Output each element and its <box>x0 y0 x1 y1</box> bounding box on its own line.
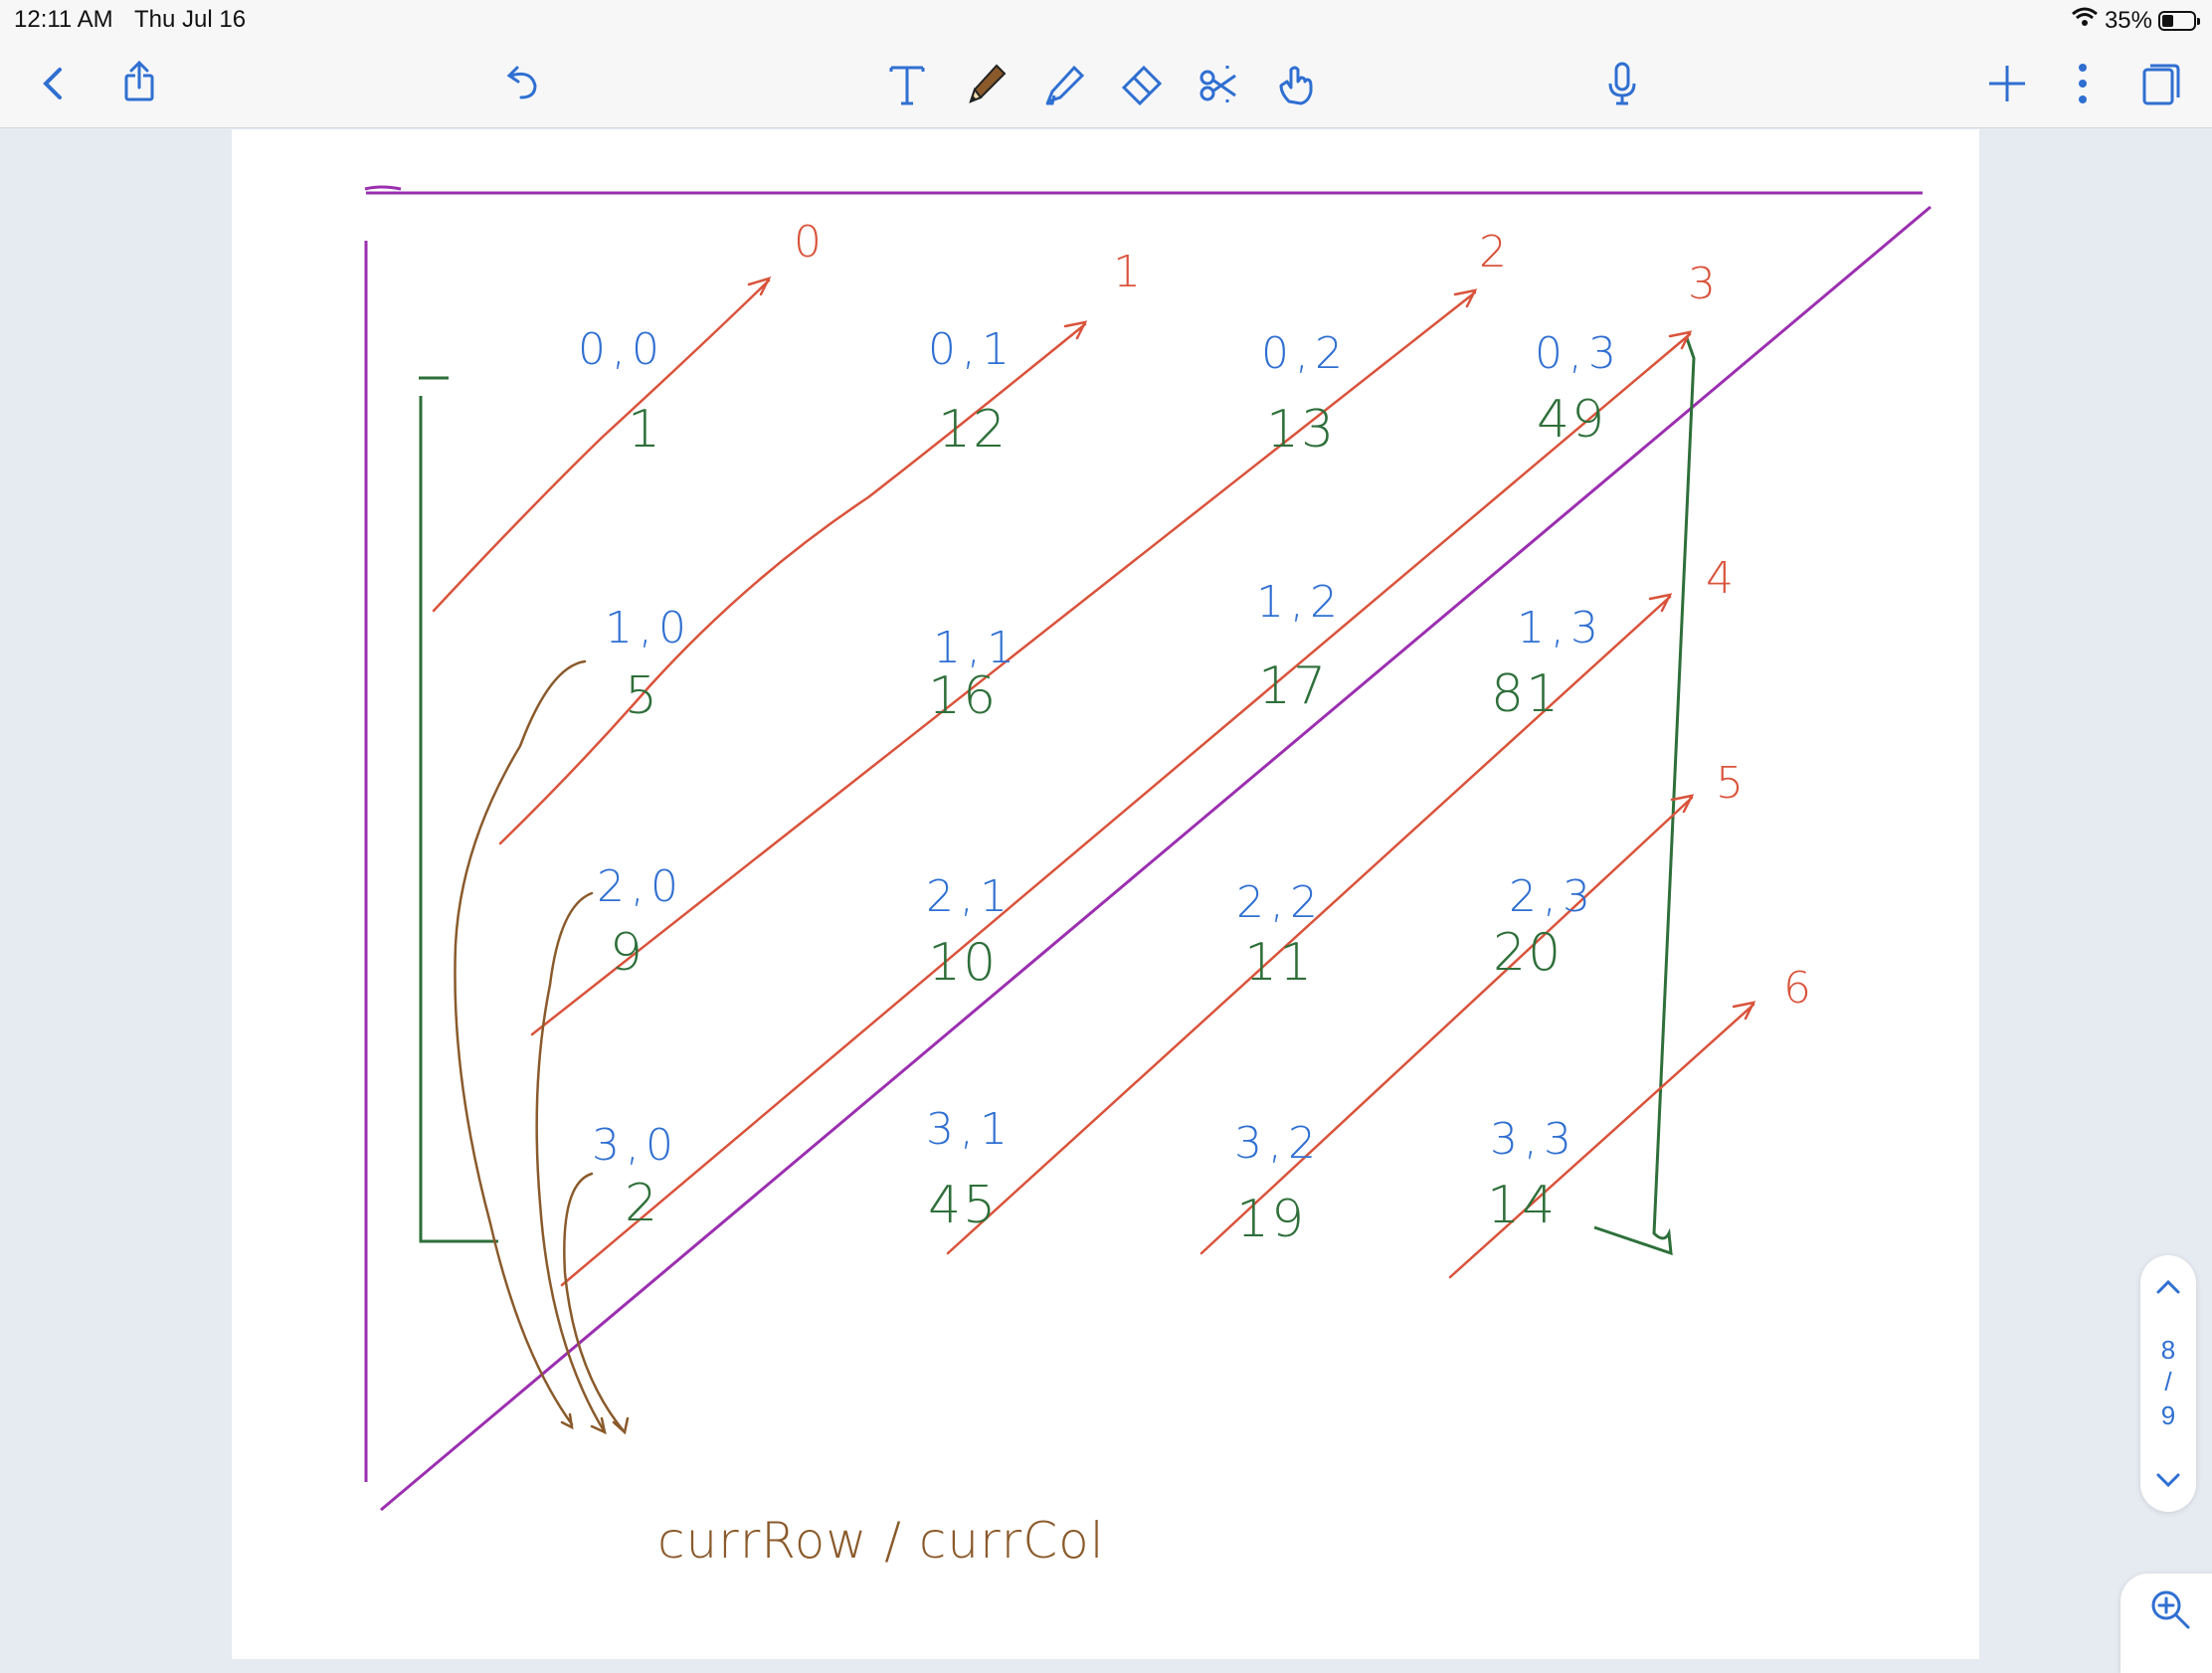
cell-2-1-coord: 2,1 <box>926 871 1014 922</box>
cell-2-0-coord: 2,0 <box>597 861 684 912</box>
cell-1-2-value: 17 <box>1258 656 1329 716</box>
eraser-icon[interactable] <box>1112 54 1172 113</box>
diagonal-label-6: 6 <box>1783 963 1811 1014</box>
cell-1-1-value: 16 <box>928 666 999 726</box>
add-icon[interactable] <box>1977 54 2037 113</box>
diagonal-label-3: 3 <box>1688 259 1716 309</box>
pages-icon[interactable] <box>2130 54 2190 113</box>
notebook-page[interactable]: 0,0 0,1 0,2 0,3 1,0 1,1 1,2 1,3 2,0 2,1 … <box>232 129 1979 1659</box>
status-bar: 12:11 AM Thu Jul 16 35% <box>0 0 2212 40</box>
cell-1-0-value: 5 <box>625 666 660 726</box>
main-diagonal-line <box>380 205 1932 1512</box>
cell-0-2-value: 13 <box>1266 400 1337 460</box>
cell-3-0-value: 2 <box>625 1174 660 1233</box>
cell-3-2-value: 19 <box>1236 1190 1307 1249</box>
cell-3-1-coord: 3,1 <box>926 1104 1014 1155</box>
diagonal-label-2: 2 <box>1479 227 1507 278</box>
cell-2-3-value: 20 <box>1493 923 1564 983</box>
diagonal-label-5: 5 <box>1716 758 1744 809</box>
chevron-down-icon <box>2156 1473 2180 1488</box>
page-navigator: 8 / 9 <box>2140 1255 2196 1512</box>
current-page: 8 <box>2160 1335 2176 1365</box>
lasso-scissors-icon[interactable] <box>1190 54 1249 113</box>
share-icon[interactable] <box>109 54 169 113</box>
more-icon[interactable] <box>2053 54 2113 113</box>
cell-1-3-value: 81 <box>1491 664 1562 724</box>
wifi-icon <box>2071 6 2099 35</box>
cell-2-0-value: 9 <box>610 923 645 983</box>
status-time: 12:11 AM <box>14 6 113 33</box>
cell-2-2-value: 11 <box>1244 933 1315 993</box>
status-date: Thu Jul 16 <box>134 6 247 33</box>
cell-0-3-coord: 0,3 <box>1535 328 1622 379</box>
microphone-icon[interactable] <box>1592 54 1652 113</box>
caption-curr-row-col: currRow / currCol <box>657 1512 1105 1570</box>
status-right: 35% <box>2071 6 2200 35</box>
cell-0-2-coord: 0,2 <box>1261 328 1349 379</box>
page-down-button[interactable] <box>2140 1458 2196 1502</box>
ink-canvas[interactable] <box>232 129 1979 1659</box>
highlighter-icon[interactable] <box>1034 54 1094 113</box>
text-tool-icon[interactable] <box>877 54 937 113</box>
cell-1-3-coord: 1,3 <box>1517 603 1604 653</box>
cell-3-2-coord: 3,2 <box>1234 1118 1322 1169</box>
cell-2-2-coord: 2,2 <box>1236 877 1324 928</box>
zoom-in-icon <box>2151 1590 2190 1629</box>
battery-percent: 35% <box>2104 6 2152 34</box>
cell-1-0-coord: 1,0 <box>605 603 692 653</box>
page-up-button[interactable] <box>2140 1265 2196 1309</box>
diagonal-label-4: 4 <box>1706 553 1734 604</box>
cell-2-1-value: 10 <box>928 933 999 993</box>
toolbar <box>0 40 2212 128</box>
cell-3-0-coord: 3,0 <box>592 1120 679 1171</box>
page-separator: / <box>2164 1367 2172 1396</box>
pencil-icon[interactable] <box>955 54 1014 113</box>
cell-3-3-value: 14 <box>1487 1176 1558 1235</box>
back-icon[interactable] <box>24 54 84 113</box>
cell-1-2-coord: 1,2 <box>1256 577 1344 628</box>
cell-0-0-value: 1 <box>628 400 663 460</box>
cell-0-1-coord: 0,1 <box>928 324 1015 375</box>
diagonal-label-1: 1 <box>1113 247 1141 297</box>
chevron-up-icon <box>2156 1279 2180 1294</box>
total-pages: 9 <box>2160 1400 2176 1430</box>
hand-pointer-icon[interactable] <box>1267 54 1327 113</box>
top-border-tick <box>364 185 402 191</box>
cell-2-3-coord: 2,3 <box>1509 871 1596 922</box>
zoom-button[interactable] <box>2120 1574 2212 1673</box>
caption-arrows <box>454 659 630 1435</box>
cell-0-3-value: 49 <box>1537 390 1607 450</box>
diagonal-label-0: 0 <box>794 217 822 268</box>
cell-3-1-value: 45 <box>928 1176 999 1235</box>
cell-0-1-value: 12 <box>938 400 1009 460</box>
undo-icon[interactable] <box>493 54 553 113</box>
cell-3-3-coord: 3,3 <box>1490 1114 1577 1165</box>
battery-icon <box>2158 10 2200 31</box>
cell-0-0-coord: 0,0 <box>578 324 665 375</box>
